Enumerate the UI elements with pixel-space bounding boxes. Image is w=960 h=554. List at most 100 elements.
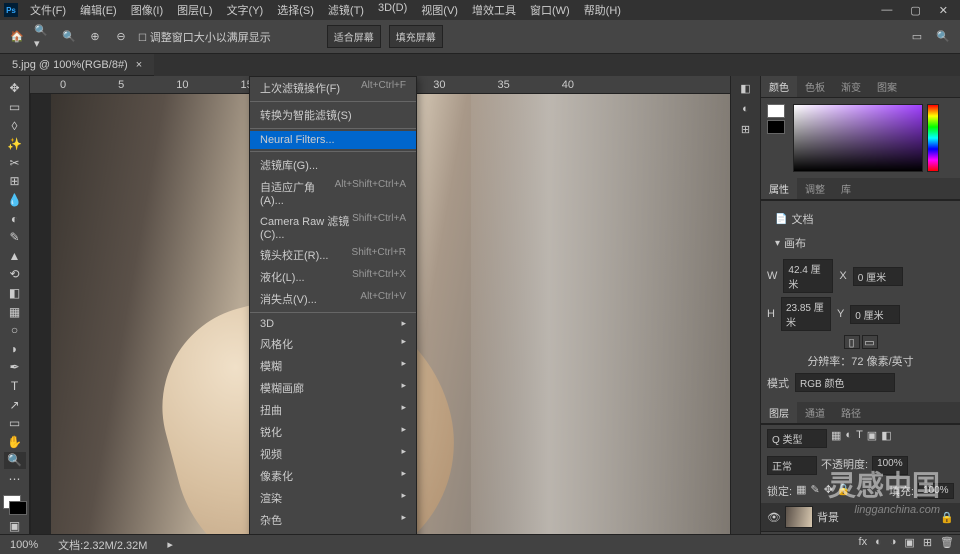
- color-swatches[interactable]: [3, 495, 27, 515]
- lock-icon-2[interactable]: ✎: [810, 483, 819, 499]
- document-tab[interactable]: 5.jpg @ 100%(RGB/8#) ×: [0, 54, 154, 76]
- status-arrow[interactable]: ▸: [167, 538, 173, 551]
- frame-tool[interactable]: ⊞: [4, 173, 26, 190]
- tab-patterns[interactable]: 图案: [869, 76, 905, 97]
- layer-kind-filter[interactable]: Q 类型: [767, 429, 827, 448]
- panel-icon-1[interactable]: ◧: [740, 82, 750, 95]
- menu-filter[interactable]: 滤镜(T): [322, 0, 370, 20]
- tab-properties[interactable]: 属性: [761, 178, 797, 199]
- tab-swatches[interactable]: 色板: [797, 76, 833, 97]
- tab-color[interactable]: 颜色: [761, 76, 797, 97]
- filter-menu-item[interactable]: 转换为智能滤镜(S): [250, 104, 416, 126]
- menu-select[interactable]: 选择(S): [271, 0, 320, 20]
- width-input[interactable]: 42.4 厘米: [783, 259, 833, 293]
- tab-channels[interactable]: 通道: [797, 402, 833, 423]
- menu-edit[interactable]: 编辑(E): [74, 0, 123, 20]
- zoom-plus-icon[interactable]: ⊕: [86, 28, 104, 46]
- lock-icon-1[interactable]: ▦: [796, 483, 806, 499]
- search-icon[interactable]: 🔍: [934, 28, 952, 46]
- height-input[interactable]: 23.85 厘米: [781, 297, 831, 331]
- menu-image[interactable]: 图像(I): [125, 0, 169, 20]
- doc-size[interactable]: 文档:2.32M/2.32M: [58, 537, 147, 553]
- filter-menu-item[interactable]: 自适应广角(A)...Alt+Shift+Ctrl+A: [250, 176, 416, 210]
- trash-icon[interactable]: 🗑: [940, 536, 954, 549]
- menu-window[interactable]: 窗口(W): [524, 0, 576, 20]
- mode-select[interactable]: RGB 颜色: [795, 373, 895, 392]
- filter-menu-item[interactable]: 锐化: [250, 421, 416, 443]
- filter-menu-item[interactable]: 模糊画廊: [250, 377, 416, 399]
- filter-menu-item[interactable]: 渲染: [250, 487, 416, 509]
- filter-icon-3[interactable]: T: [856, 429, 863, 448]
- filter-menu-item[interactable]: 扭曲: [250, 399, 416, 421]
- tab-adjustments[interactable]: 调整: [797, 178, 833, 199]
- filter-icon-5[interactable]: ◧: [881, 429, 891, 448]
- gradient-tool[interactable]: ▦: [4, 303, 26, 320]
- eyedropper-tool[interactable]: 💧: [4, 192, 26, 209]
- screen-mode-icon[interactable]: ▣: [4, 517, 26, 534]
- maximize-icon[interactable]: ▢: [910, 4, 920, 17]
- filter-icon-4[interactable]: ▣: [867, 429, 877, 448]
- tool-preset-icon[interactable]: 🔍▾: [34, 28, 52, 46]
- menu-layer[interactable]: 图层(L): [171, 0, 218, 20]
- home-icon[interactable]: 🏠: [8, 28, 26, 46]
- path-tool[interactable]: ↗: [4, 396, 26, 413]
- fill-screen-button[interactable]: 填充屏幕: [389, 25, 443, 48]
- tab-libraries[interactable]: 库: [833, 178, 859, 199]
- canvas-section[interactable]: ▾ 画布: [767, 231, 954, 255]
- picker-bg[interactable]: [767, 120, 785, 134]
- menu-plugins[interactable]: 增效工具: [466, 0, 522, 20]
- menu-type[interactable]: 文字(Y): [221, 0, 270, 20]
- filter-menu-item[interactable]: Neural Filters...: [250, 131, 416, 149]
- filter-menu-item[interactable]: 杂色: [250, 509, 416, 531]
- zoom-minus-icon[interactable]: ⊖: [112, 28, 130, 46]
- filter-menu-item[interactable]: 上次滤镜操作(F)Alt+Ctrl+F: [250, 77, 416, 99]
- lock-icon-3[interactable]: ✥: [824, 483, 833, 499]
- tab-layers[interactable]: 图层: [761, 402, 797, 423]
- options-checkbox-label[interactable]: ☐ 调整窗口大小以满屏显示: [138, 29, 271, 45]
- filter-menu-item[interactable]: Camera Raw 滤镜(C)...Shift+Ctrl+A: [250, 210, 416, 244]
- hand-tool[interactable]: ✋: [4, 434, 26, 451]
- tab-paths[interactable]: 路径: [833, 402, 869, 423]
- heal-tool[interactable]: ◐: [4, 210, 26, 227]
- visibility-icon[interactable]: 👁: [767, 511, 781, 524]
- menu-3d[interactable]: 3D(D): [372, 0, 413, 20]
- menu-view[interactable]: 视图(V): [415, 0, 464, 20]
- eraser-tool[interactable]: ◧: [4, 285, 26, 302]
- menu-help[interactable]: 帮助(H): [578, 0, 627, 20]
- filter-menu-item[interactable]: 风格化: [250, 333, 416, 355]
- new-layer-icon[interactable]: ⊞: [923, 536, 932, 549]
- type-tool[interactable]: T: [4, 378, 26, 395]
- filter-menu-item[interactable]: 3D: [250, 315, 416, 333]
- minimize-icon[interactable]: —: [881, 4, 892, 17]
- tab-close-icon[interactable]: ×: [136, 59, 142, 71]
- pen-tool[interactable]: ✒: [4, 359, 26, 376]
- blend-mode[interactable]: 正常: [767, 456, 817, 475]
- zoom-tool[interactable]: 🔍: [4, 452, 26, 469]
- opacity-value[interactable]: 100%: [872, 456, 908, 475]
- color-field[interactable]: [793, 104, 923, 172]
- hue-slider[interactable]: [927, 104, 939, 172]
- lasso-tool[interactable]: ◊: [4, 117, 26, 134]
- zoom-value[interactable]: 100%: [10, 539, 38, 551]
- tab-gradients[interactable]: 渐变: [833, 76, 869, 97]
- workspace-icon[interactable]: ▭: [908, 28, 926, 46]
- crop-tool[interactable]: ✂: [4, 154, 26, 171]
- panel-icon-2[interactable]: ◐: [742, 103, 749, 115]
- history-tool[interactable]: ⟲: [4, 266, 26, 283]
- filter-menu-item[interactable]: 模糊: [250, 355, 416, 377]
- panel-icon-3[interactable]: ⊞: [741, 123, 750, 136]
- mask-icon[interactable]: ◐: [875, 536, 882, 549]
- filter-menu-item[interactable]: 视频: [250, 443, 416, 465]
- lock-icon-4[interactable]: 🔒: [837, 483, 851, 499]
- marquee-tool[interactable]: ▭: [4, 99, 26, 116]
- picker-fg[interactable]: [767, 104, 785, 118]
- move-tool[interactable]: ✥: [4, 80, 26, 97]
- edit-toolbar[interactable]: ⋯: [4, 471, 26, 488]
- blur-tool[interactable]: ○: [4, 322, 26, 339]
- stamp-tool[interactable]: ▲: [4, 247, 26, 264]
- shape-tool[interactable]: ▭: [4, 415, 26, 432]
- fx-icon[interactable]: fx: [859, 536, 868, 549]
- filter-icon-2[interactable]: ◐: [845, 429, 852, 448]
- x-input[interactable]: 0 厘米: [853, 267, 903, 286]
- zoom-icon[interactable]: 🔍: [60, 28, 78, 46]
